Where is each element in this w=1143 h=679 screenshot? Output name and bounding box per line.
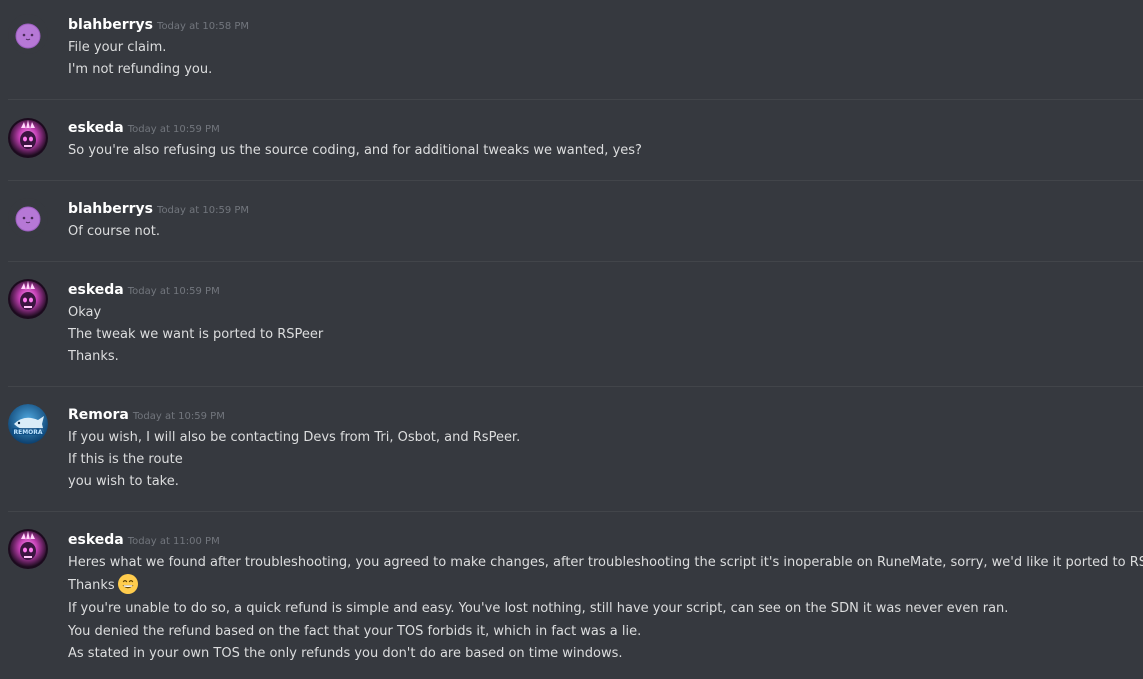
pink-glow-skull-avatar[interactable]	[8, 118, 48, 158]
message-text: Heres what we found after troubleshootin…	[68, 555, 1143, 570]
pink-glow-skull-avatar[interactable]	[8, 529, 48, 569]
message-text: Thanks.	[68, 349, 119, 364]
message-text: If you wish, I will also be contacting D…	[68, 430, 521, 445]
message-text: If you're unable to do so, a quick refun…	[68, 601, 1009, 616]
message-text: you wish to take.	[68, 474, 179, 489]
message-text: File your claim.	[68, 40, 167, 55]
username[interactable]: eskeda	[68, 529, 124, 551]
timestamp: Today at 10:59 PM	[132, 411, 225, 422]
message-text: I'm not refunding you.	[68, 62, 213, 77]
username[interactable]: eskeda	[68, 117, 124, 139]
timestamp: Today at 10:58 PM	[157, 21, 250, 32]
pink-glow-skull-avatar[interactable]	[8, 279, 48, 319]
message-header: eskeda Today at 10:59 PM	[68, 117, 220, 139]
message-header: Remora Today at 10:59 PM	[68, 404, 225, 426]
message-header: eskeda Today at 10:59 PM	[68, 279, 220, 301]
message-text: So you're also refusing us the source co…	[68, 143, 642, 158]
chat-message-list: blahberrys Today at 10:58 PM File your cl…	[0, 0, 1143, 679]
timestamp: Today at 10:59 PM	[157, 205, 250, 216]
message-divider	[8, 261, 1143, 262]
message-header: eskeda Today at 11:00 PM	[68, 529, 220, 551]
message-text: Of course not.	[68, 224, 160, 239]
purple-blob-avatar[interactable]	[8, 14, 48, 54]
timestamp: Today at 10:59 PM	[127, 286, 220, 297]
timestamp: Today at 10:59 PM	[127, 124, 220, 135]
purple-blob-avatar[interactable]	[8, 198, 48, 238]
message-text: Okay	[68, 305, 102, 320]
message-text: The tweak we want is ported to RSPeer	[68, 327, 324, 342]
remora-logo-text: REMORA	[13, 429, 42, 436]
message-divider	[8, 386, 1143, 387]
username[interactable]: eskeda	[68, 279, 124, 301]
username[interactable]: blahberrys	[68, 14, 153, 36]
blue-fish-remora-avatar[interactable]: REMORA	[8, 404, 48, 444]
message-divider	[8, 99, 1143, 100]
username[interactable]: Remora	[68, 404, 129, 426]
message-text: You denied the refund based on the fact …	[68, 624, 642, 639]
timestamp: Today at 11:00 PM	[127, 536, 220, 547]
grinning-face-emoji[interactable]	[117, 573, 139, 595]
message-text: If this is the route	[68, 452, 183, 467]
message-text: Thanks	[68, 578, 115, 593]
message-text: As stated in your own TOS the only refun…	[68, 646, 623, 661]
message-header: blahberrys Today at 10:58 PM	[68, 14, 249, 36]
message-header: blahberrys Today at 10:59 PM	[68, 198, 249, 220]
username[interactable]: blahberrys	[68, 198, 153, 220]
message-divider	[8, 511, 1143, 512]
message-divider	[8, 180, 1143, 181]
message-text-with-emoji: Thanks	[68, 573, 139, 597]
